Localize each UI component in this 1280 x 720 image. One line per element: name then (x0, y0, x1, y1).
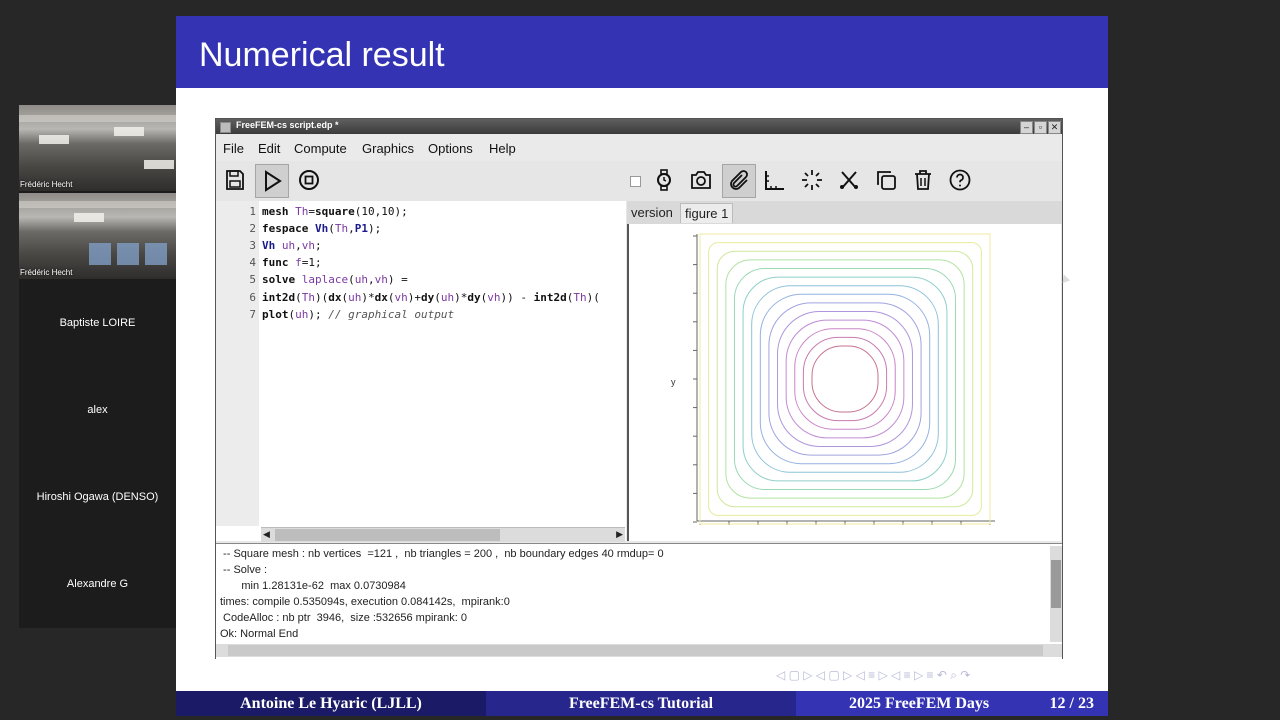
slide-title: Numerical result (199, 36, 445, 74)
slide-header: Numerical result (176, 16, 1108, 88)
console-line: min 1.28131e-62 max 0.0730984 (220, 580, 406, 592)
save-icon (226, 170, 244, 190)
editor-horizontal-scrollbar[interactable]: ◀ ▶ (261, 527, 625, 542)
ruler-button[interactable] (759, 164, 791, 196)
menu-bar: File Edit Compute Graphics Options Help (216, 135, 1062, 161)
freefem-window: FreeFEM-cs script.edp * – ▫ ✕ File Edit … (215, 118, 1063, 659)
video-tile-1[interactable]: Frédéric Hecht (19, 105, 176, 191)
participant-name: Baptiste LOIRE (59, 317, 136, 329)
code-line[interactable]: 7 plot(uh); // graphical output (216, 306, 626, 323)
video-name: Frédéric Hecht (20, 268, 73, 277)
menu-file[interactable]: File (223, 141, 244, 156)
trash-icon (915, 170, 931, 190)
figure-plot[interactable]: y (627, 224, 1061, 541)
save-button[interactable] (219, 164, 251, 196)
code-editor[interactable]: 1 mesh Th=square(10,10); 2 fespace Vh(Th,P… (216, 201, 626, 542)
console-line: -- Solve : (220, 564, 268, 576)
paperclip-icon (730, 170, 748, 190)
video-tile-2[interactable]: Frédéric Hecht (19, 193, 176, 279)
stop-icon (299, 170, 319, 190)
window-titlebar[interactable]: FreeFEM-cs script.edp * – ▫ ✕ (216, 119, 1062, 134)
video-name: Frédéric Hecht (20, 180, 73, 189)
tab-version[interactable]: version (627, 203, 677, 222)
presentation-slide: Numerical result FreeFEM-cs script.edp *… (176, 16, 1108, 716)
code-line[interactable]: 2 fespace Vh(Th,P1); (216, 220, 626, 237)
ruler-icon (765, 171, 784, 190)
spinner-icon (802, 170, 822, 190)
code-line[interactable]: 4 func f=1; (216, 254, 626, 271)
menu-help[interactable]: Help (489, 141, 516, 156)
plot-checkbox[interactable] (630, 176, 641, 187)
console-line: Ok: Normal End (220, 628, 299, 640)
scroll-thumb[interactable] (1051, 560, 1061, 608)
window-title: FreeFEM-cs script.edp * (236, 120, 339, 130)
contour-line (725, 259, 965, 499)
tab-bar: version figure 1 (627, 201, 1062, 224)
attach-button[interactable] (722, 164, 756, 198)
code-line[interactable]: 3 Vh uh,vh; (216, 237, 626, 254)
delete-button[interactable] (907, 164, 939, 196)
beamer-navigation[interactable]: ◁ ▢ ▷ ◁ ▢ ▷ ◁ ≡ ▷ ◁ ≡ ▷ ≡ ↶ ⌕ ↷ (776, 668, 970, 683)
page-number: 12 / 23 (1049, 695, 1094, 712)
code-line[interactable]: 6 int2d(Th)(dx(uh)*dx(vh)+dy(uh)*dy(vh)) … (216, 289, 626, 306)
contour-line (716, 250, 974, 508)
copy-button[interactable] (870, 164, 902, 196)
code-line[interactable]: 1 mesh Th=square(10,10); (216, 203, 626, 220)
participant-sidebar: Frédéric Hecht Frédéric Hecht Baptiste L… (19, 105, 176, 628)
stop-button[interactable] (293, 164, 325, 196)
close-button[interactable]: ✕ (1048, 121, 1061, 134)
contour-line (794, 328, 896, 430)
footer-author: Antoine Le Hyaric (LJLL) (176, 691, 486, 716)
slide-footer: Antoine Le Hyaric (LJLL) FreeFEM-cs Tuto… (176, 691, 1108, 716)
footer-event-name: 2025 FreeFEM Days (849, 695, 990, 712)
scissors-icon (840, 171, 858, 189)
scroll-thumb[interactable] (228, 645, 1043, 656)
scroll-thumb[interactable] (275, 529, 500, 541)
footer-talk-title: FreeFEM-cs Tutorial (486, 691, 796, 716)
menu-compute[interactable]: Compute (294, 141, 347, 156)
participant-name: Hiroshi Ogawa (DENSO) (36, 491, 159, 503)
play-icon (265, 170, 282, 192)
cut-button[interactable] (833, 164, 865, 196)
contour-plot: y (671, 233, 995, 525)
maximize-button[interactable]: ▫ (1034, 121, 1047, 134)
camera-icon (691, 171, 711, 189)
output-console[interactable]: -- Square mesh : nb vertices =121 , nb t… (216, 543, 1062, 659)
menu-edit[interactable]: Edit (258, 141, 280, 156)
contour-line (768, 302, 922, 456)
participant-name: alex (87, 404, 108, 416)
screenshot-button[interactable] (685, 164, 717, 196)
contour-line (733, 267, 957, 491)
menu-options[interactable]: Options (428, 141, 473, 156)
watch-button[interactable] (648, 164, 680, 196)
watch-icon (657, 169, 671, 191)
help-icon (949, 169, 971, 191)
menu-graphics[interactable]: Graphics (362, 141, 414, 156)
help-button[interactable] (944, 164, 976, 196)
participant-name: Alexandre G (66, 578, 129, 590)
contour-line (742, 276, 948, 482)
console-line: -- Square mesh : nb vertices =121 , nb t… (220, 548, 664, 560)
console-line: times: compile 0.535094s, execution 0.08… (220, 596, 510, 608)
contour-line (802, 336, 888, 422)
app-icon (220, 122, 231, 133)
minimize-button[interactable]: – (1020, 121, 1033, 134)
loading-button[interactable] (796, 164, 828, 196)
tab-figure-1[interactable]: figure 1 (680, 203, 734, 223)
console-line: CodeAlloc : nb ptr 3946, size :532656 mp… (220, 612, 468, 624)
contour-line (811, 345, 879, 413)
code-line[interactable]: 5 solve laplace(uh,vh) = (216, 271, 626, 288)
run-button[interactable] (255, 164, 289, 198)
footer-event: 2025 FreeFEM Days 12 / 23 (796, 691, 1108, 716)
console-vertical-scrollbar[interactable] (1050, 546, 1062, 642)
toolbar (216, 161, 1062, 201)
copy-icon (877, 171, 896, 190)
contour-line (708, 242, 982, 516)
contour-line (751, 285, 939, 473)
console-horizontal-scrollbar[interactable] (216, 644, 1062, 657)
plot-ylabel: y (671, 377, 676, 387)
